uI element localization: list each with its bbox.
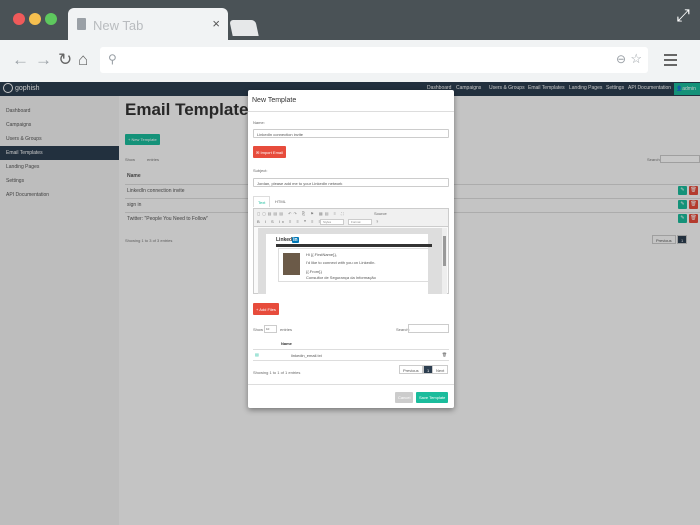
files-next-button[interactable]: Next <box>432 365 449 374</box>
linkedin-logo: Linkedin <box>276 237 299 243</box>
files-prev-button[interactable]: Previous <box>399 365 423 374</box>
minimize-window-button[interactable] <box>29 13 41 25</box>
entries-label: entries <box>280 327 293 332</box>
subject-label: Subject: <box>253 168 268 173</box>
home-icon[interactable]: ⌂ <box>78 50 88 70</box>
address-bar[interactable]: ⚲ ⊖ ☆ <box>100 47 648 73</box>
files-search-input[interactable] <box>408 324 449 333</box>
close-window-button[interactable] <box>13 13 25 25</box>
name-label: Name: <box>253 120 265 125</box>
header-bar <box>276 244 432 247</box>
menu-icon[interactable] <box>664 54 677 69</box>
tab-title: New Tab <box>93 18 144 33</box>
new-template-modal: New Template Name: LinkedIn connection i… <box>248 90 454 408</box>
divider <box>248 111 454 112</box>
close-tab-icon[interactable]: × <box>212 16 220 31</box>
maximize-window-button[interactable] <box>45 13 57 25</box>
tab-html[interactable]: HTML <box>271 196 290 207</box>
add-files-button[interactable]: + Add Files <box>253 303 279 315</box>
file-name: linkedin_email.txt <box>291 353 322 358</box>
email-preview: Linkedin Hi {{.FirstName}}, I'd like to … <box>266 234 432 294</box>
files-table-header: Name <box>253 338 449 350</box>
bookmark-star-icon[interactable]: ☆ <box>630 51 642 67</box>
editor-toolbar: ◻◻▤▤▤ ↶↷ ⎘ ⚑ ▦▤ ≡ ⛶ Source B I S Ix ≡ ≡ … <box>254 209 448 227</box>
styles-dropdown[interactable]: Styles <box>320 219 344 225</box>
zoom-icon[interactable]: ⊖ <box>616 52 626 66</box>
name-input[interactable]: LinkedIn connection invite <box>253 129 449 138</box>
document-icon <box>77 18 86 30</box>
browser-tab[interactable]: New Tab × <box>68 8 228 40</box>
format-dropdown[interactable]: Format <box>348 219 372 225</box>
invite-card: Hi {{.FirstName}}, I'd like to connect w… <box>278 248 430 282</box>
email-sig-from: {{.From}} <box>306 269 322 274</box>
email-greeting: Hi {{.FirstName}}, <box>306 252 337 257</box>
subject-input[interactable]: Jordan, please add me to your LinkedIn n… <box>253 178 449 187</box>
fullscreen-icon[interactable]: ⤢ <box>676 6 690 26</box>
tab-text[interactable]: Text <box>253 196 271 207</box>
show-label: Show <box>253 327 264 332</box>
files-table-info: Showing 1 to 1 of 1 entries <box>253 370 301 375</box>
trash-icon[interactable]: 🗑 <box>442 352 447 357</box>
divider <box>248 384 454 385</box>
help-icon[interactable]: ? <box>376 219 378 224</box>
save-template-button[interactable]: Save Template <box>416 392 449 403</box>
profile-photo <box>283 253 300 275</box>
editor-content[interactable]: Linkedin Hi {{.FirstName}}, I'd like to … <box>258 228 442 294</box>
reload-icon[interactable]: ↻ <box>58 50 72 70</box>
editor-scrollbar[interactable] <box>442 228 447 294</box>
html-editor[interactable]: ◻◻▤▤▤ ↶↷ ⎘ ⚑ ▦▤ ≡ ⛶ Source B I S Ix ≡ ≡ … <box>253 208 449 294</box>
file-row[interactable]: ▤ linkedin_email.txt 🗑 <box>253 350 449 361</box>
attachment-icon: ▤ <box>255 352 259 357</box>
back-icon[interactable]: ← <box>12 50 29 70</box>
import-email-button[interactable]: ✉ Import Email <box>253 146 286 158</box>
page-length-select[interactable]: 10 <box>264 325 277 333</box>
search-icon: ⚲ <box>108 52 117 66</box>
source-button[interactable]: Source <box>374 211 387 216</box>
email-line: I'd like to connect with you on LinkedIn… <box>306 260 376 265</box>
editor-format-icons[interactable]: ◻◻▤▤▤ ↶↷ ⎘ ⚑ ▦▤ ≡ ⛶ <box>257 211 346 216</box>
email-sig-title: Consultor de Segurança da Informação <box>306 275 376 280</box>
forward-icon[interactable]: → <box>35 50 52 70</box>
editor-style-icons[interactable]: B I S Ix ≡ ≡ ❝ ≡ ≡ <box>257 219 323 224</box>
modal-title: New Template <box>252 97 297 104</box>
cancel-button[interactable]: Cancel <box>395 392 414 403</box>
new-tab-button[interactable] <box>229 20 259 36</box>
